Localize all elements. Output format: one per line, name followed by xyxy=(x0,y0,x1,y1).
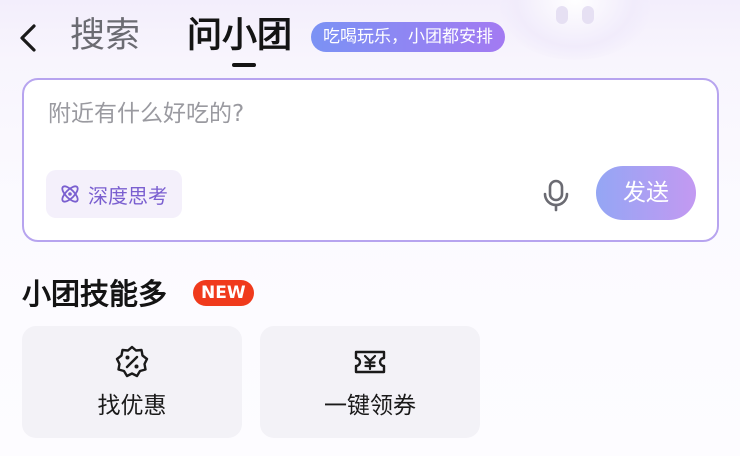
skill-card-claim-coupons[interactable]: 一键领券 xyxy=(260,326,480,438)
microphone-icon xyxy=(543,179,569,212)
send-button[interactable]: 发送 xyxy=(596,166,696,220)
tab-ask-xiaotuan[interactable]: 问小团 xyxy=(187,12,292,60)
back-button[interactable] xyxy=(12,18,48,58)
skill-label-claim-coupons: 一键领券 xyxy=(324,393,416,419)
coupon-ticket-icon xyxy=(352,344,388,380)
new-badge: NEW xyxy=(193,280,254,306)
deep-think-button[interactable]: 深度思考 xyxy=(46,170,182,218)
voice-input-button[interactable] xyxy=(538,177,574,213)
chevron-left-icon xyxy=(20,24,36,52)
discount-badge-icon xyxy=(114,344,150,380)
active-tab-indicator xyxy=(232,63,256,67)
slogan-badge: 吃喝玩乐，小团都安排 xyxy=(311,22,505,52)
search-input[interactable] xyxy=(48,94,648,134)
skills-section-title: 小团技能多 xyxy=(22,277,168,311)
top-header: 搜索 问小团 吃喝玩乐，小团都安排 xyxy=(0,0,740,76)
skill-card-find-deals[interactable]: 找优惠 xyxy=(22,326,242,438)
deep-think-label: 深度思考 xyxy=(88,183,168,208)
search-card: 深度思考 发送 xyxy=(22,78,719,242)
skill-label-find-deals: 找优惠 xyxy=(97,393,167,419)
atom-icon xyxy=(58,182,82,206)
tab-search[interactable]: 搜索 xyxy=(70,12,140,60)
